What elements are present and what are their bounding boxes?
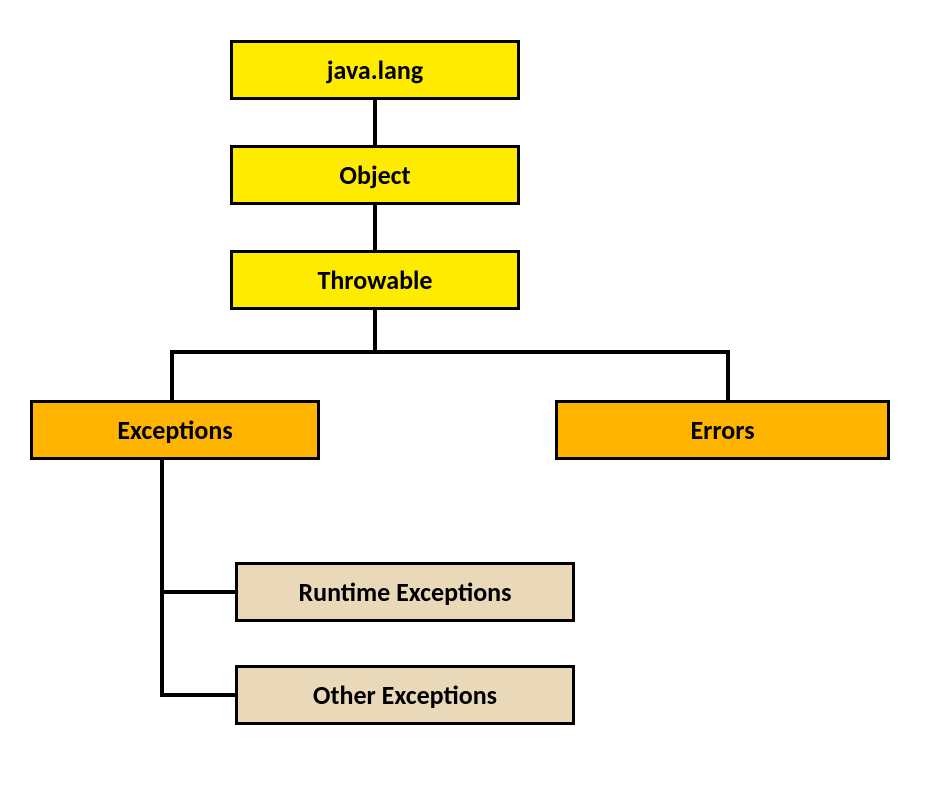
label-javalang: java.lang [327,54,423,86]
connector-to-runtime [160,590,235,594]
label-exceptions: Exceptions [117,414,232,446]
connector-exceptions-vertical [160,460,164,695]
connector-object-throwable [373,205,377,250]
node-runtime-exceptions: Runtime Exceptions [235,562,575,622]
connector-javalang-object [373,100,377,145]
label-object: Object [339,159,410,191]
label-other: Other Exceptions [313,679,497,711]
node-javalang: java.lang [230,40,520,100]
node-throwable: Throwable [230,250,520,310]
node-errors: Errors [555,400,890,460]
connector-to-errors [726,350,730,400]
connector-to-exceptions [170,350,174,400]
node-other-exceptions: Other Exceptions [235,665,575,725]
label-runtime: Runtime Exceptions [298,576,511,608]
node-object: Object [230,145,520,205]
node-exceptions: Exceptions [30,400,320,460]
label-errors: Errors [690,414,754,446]
connector-split-horizontal [170,350,730,354]
label-throwable: Throwable [317,264,432,296]
connector-to-other [160,693,235,697]
connector-throwable-down [373,310,377,350]
